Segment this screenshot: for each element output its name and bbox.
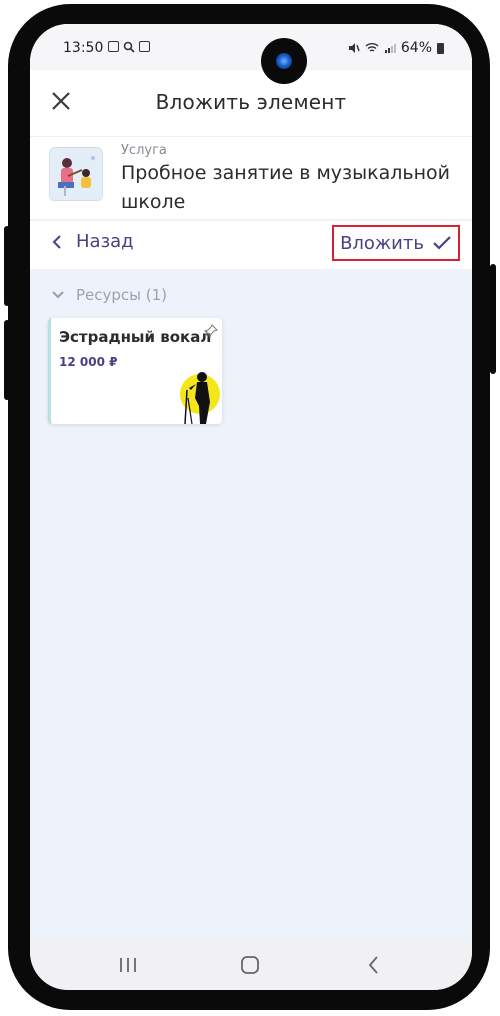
attach-button[interactable]: Вложить (332, 225, 460, 261)
status-time: 13:50 (63, 40, 104, 56)
front-camera (261, 38, 307, 84)
resource-price: 12 000 ₽ (59, 355, 118, 369)
chevron-down-icon (52, 291, 64, 299)
wifi-icon (365, 43, 379, 52)
action-bar: Назад Вложить (30, 220, 472, 269)
mute-icon (348, 43, 360, 53)
service-kind: Услуга (121, 143, 167, 158)
system-nav-bar (30, 940, 472, 990)
volume-down-button (4, 320, 10, 400)
battery-icon (437, 42, 444, 54)
resource-name: Эстрадный вокал (59, 328, 212, 346)
dialog-header: Вложить элемент (30, 70, 472, 137)
screen: 13:50 64% Вложить элемент Услуга Пробное… (30, 24, 472, 990)
attach-label: Вложить (340, 232, 424, 254)
back-label: Назад (76, 231, 134, 252)
record-icon (139, 41, 150, 52)
resources-section-label: Ресурсы (1) (76, 286, 168, 304)
phone-frame: 13:50 64% Вложить элемент Услуга Пробное… (0, 0, 500, 1016)
page-title: Вложить элемент (155, 90, 347, 114)
service-thumbnail (49, 147, 103, 201)
service-card: Услуга Пробное занятие в музыкальной шко… (30, 137, 472, 219)
volume-up-button (4, 226, 10, 306)
vocalist-image (180, 372, 220, 424)
resource-tile[interactable]: Эстрадный вокал 12 000 ₽ (48, 318, 222, 424)
search-icon (123, 41, 135, 53)
check-icon (433, 236, 451, 250)
gallery-icon (108, 41, 119, 52)
power-button (490, 264, 496, 374)
back-button[interactable]: Назад (52, 231, 134, 252)
service-name: Пробное занятие в музыкальной школе (121, 162, 450, 213)
home-icon[interactable] (238, 954, 262, 976)
signal-icon (384, 44, 396, 53)
back-icon[interactable] (362, 954, 386, 976)
status-bar: 13:50 64% (30, 24, 472, 70)
chevron-left-icon (52, 234, 61, 249)
pin-icon[interactable] (204, 324, 218, 338)
battery-text: 64% (400, 40, 432, 56)
resources-section-toggle[interactable]: Ресурсы (1) (52, 286, 167, 304)
recent-apps-icon[interactable] (116, 954, 140, 976)
